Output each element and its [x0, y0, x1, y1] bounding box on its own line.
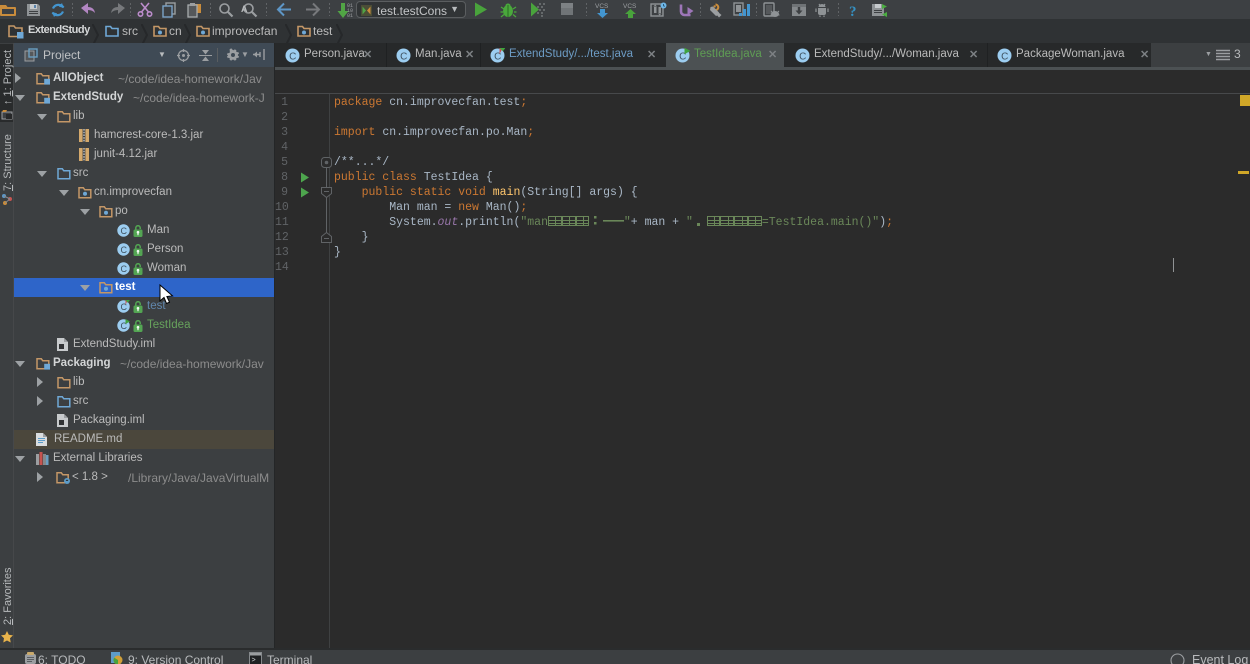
svg-text:VCS: VCS: [623, 3, 637, 10]
svg-text:C: C: [121, 264, 128, 274]
svg-text:?: ?: [849, 4, 857, 18]
svg-text:C: C: [121, 245, 128, 255]
svg-text:A: A: [241, 4, 248, 14]
svg-text:VCS: VCS: [595, 3, 609, 10]
svg-text:>: >: [252, 657, 256, 664]
svg-text:C: C: [121, 302, 128, 312]
svg-text:C: C: [799, 51, 806, 62]
svg-text:C: C: [121, 226, 128, 236]
svg-text:C: C: [400, 51, 407, 62]
svg-text:C: C: [1001, 51, 1008, 62]
svg-text:C: C: [289, 51, 296, 62]
svg-text:C: C: [494, 51, 501, 62]
